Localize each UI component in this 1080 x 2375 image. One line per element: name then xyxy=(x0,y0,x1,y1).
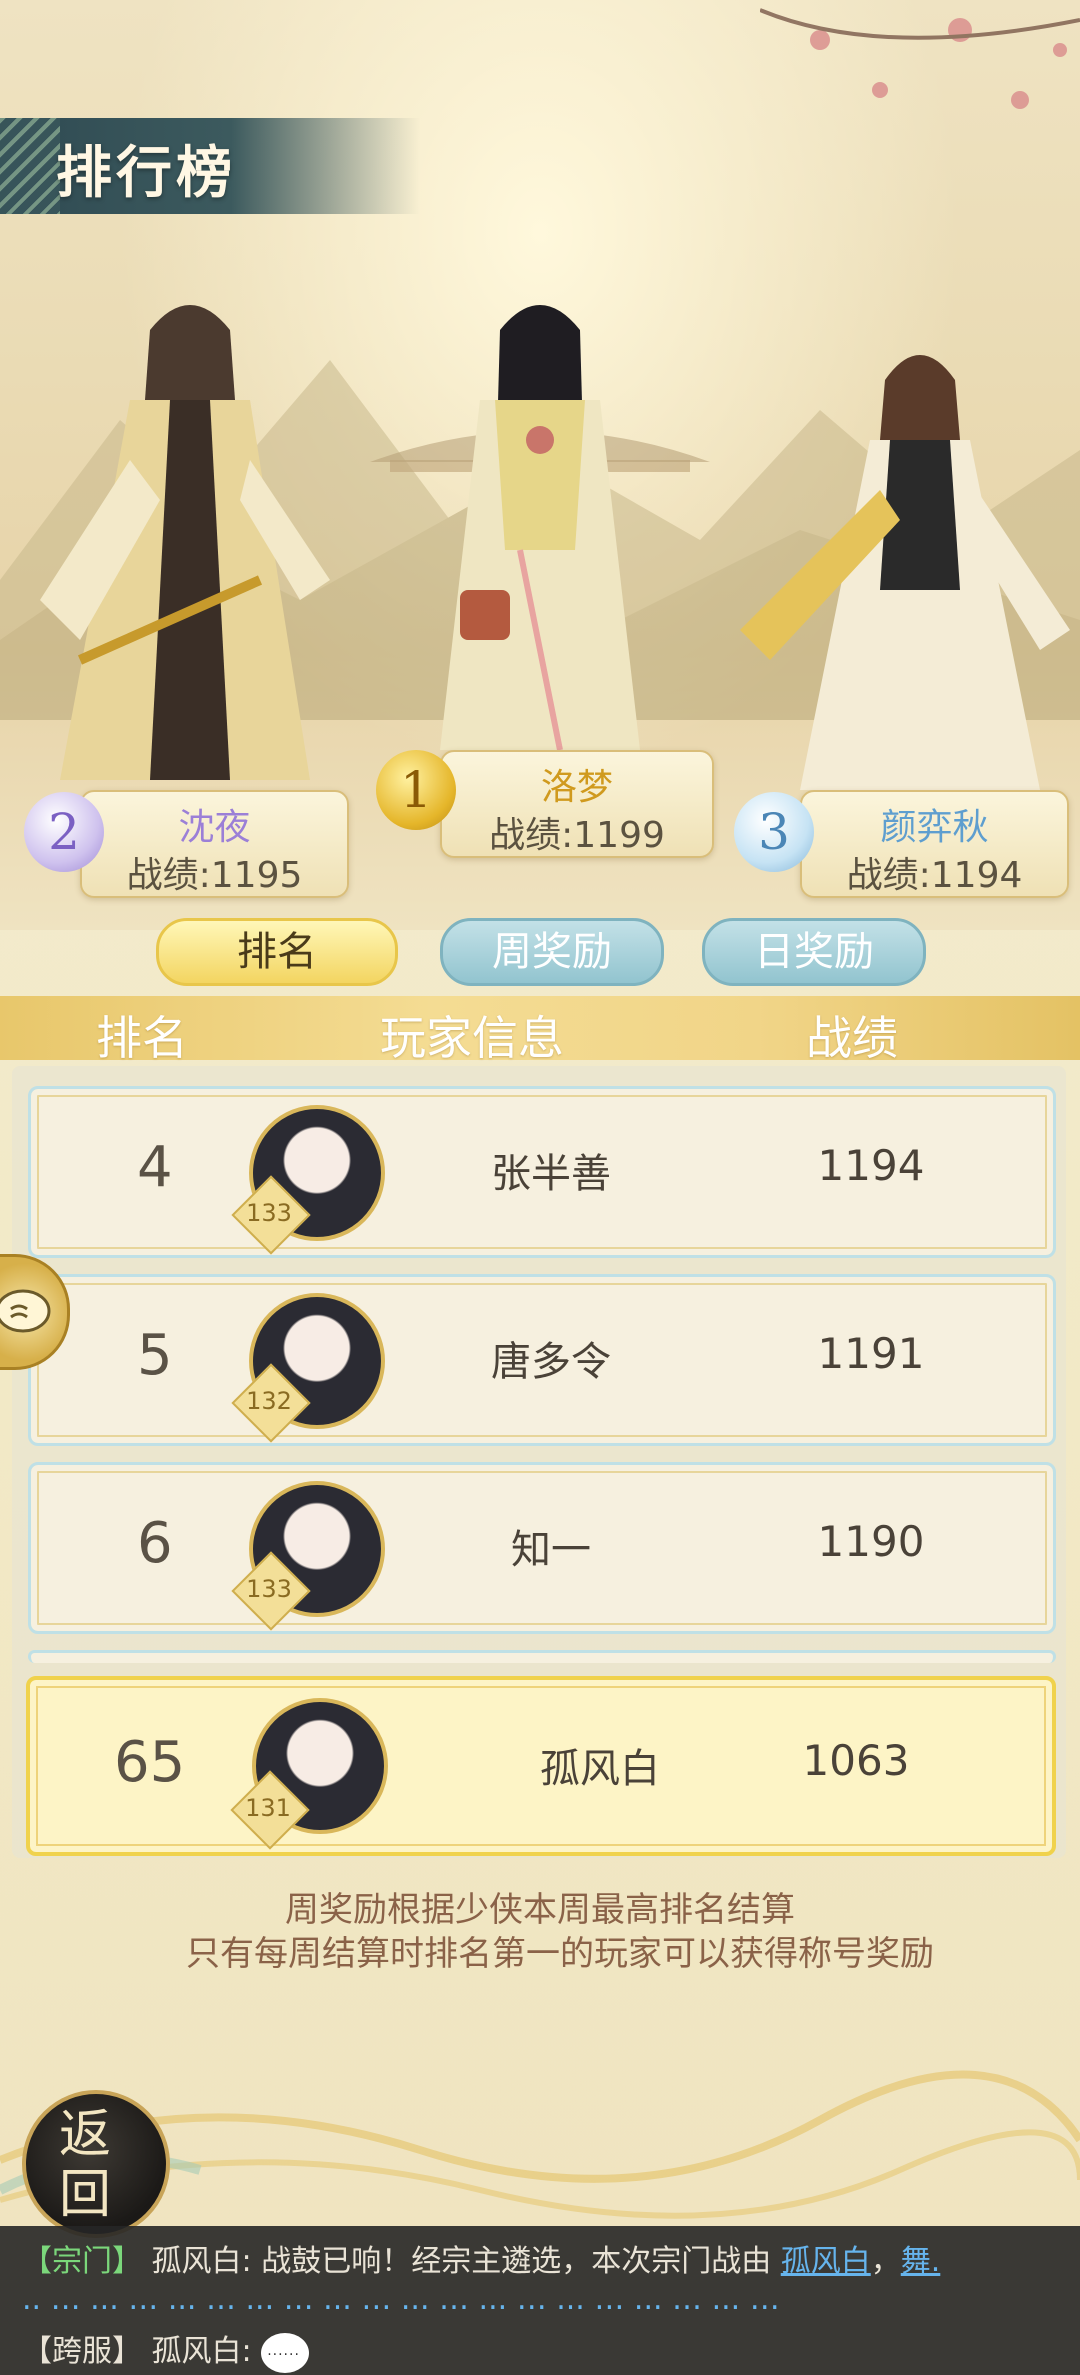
rank-medal-1: 1 xyxy=(376,750,456,830)
level-value: 131 xyxy=(245,1794,291,1822)
ranking-row[interactable]: 5 132 唐多令 1191 xyxy=(28,1274,1056,1446)
chat-bar[interactable]: 【宗门】 孤风白: 战鼓已响！经宗主遴选，本次宗门战由 孤风白，舞. .. … … xyxy=(0,2226,1080,2375)
podium-score: 战绩:1194 xyxy=(846,855,1023,896)
blossom-decoration xyxy=(760,8,1080,109)
chat-line-cross-server[interactable]: 【跨服】 孤风白: ...... xyxy=(22,2326,310,2373)
player-score: 1190 xyxy=(817,1517,925,1566)
chat-separator: ， xyxy=(870,2244,901,2279)
chat-channel-cross-server[interactable]: 【跨服】 xyxy=(22,2334,142,2369)
podium-name: 沈夜 xyxy=(178,807,251,848)
chat-message: 孤风白: xyxy=(151,2334,252,2369)
chat-truncated-text: .. … ... … ... … ... … ... … ... … ... …… xyxy=(22,2282,780,2317)
tab-daily-reward[interactable]: 日奖励 xyxy=(702,918,926,986)
level-value: 132 xyxy=(246,1387,292,1415)
podium-plaque-2[interactable]: 沈夜 战绩:1195 xyxy=(80,790,349,898)
level-value: 133 xyxy=(246,1199,292,1227)
chat-icon xyxy=(0,1289,51,1333)
row-rank: 6 xyxy=(137,1511,173,1576)
podium-figure-2[interactable] xyxy=(20,280,350,810)
tab-ranking[interactable]: 排名 xyxy=(156,918,398,986)
podium-figure-3[interactable] xyxy=(720,330,1080,800)
my-score: 1063 xyxy=(802,1736,910,1785)
reward-notice-line2: 只有每周结算时排名第一的玩家可以获得称号奖励 xyxy=(186,1934,934,1974)
page-title: 排行榜 xyxy=(56,140,236,206)
podium-name: 颜弈秋 xyxy=(880,807,989,848)
row-rank: 4 xyxy=(137,1135,173,1200)
my-ranking-row[interactable]: 65 131 孤风白 1063 xyxy=(26,1676,1056,1856)
player-name: 知一 xyxy=(511,1527,591,1573)
hero-podium-scene: 排行榜 洛梦 战绩:1199 1 沈夜 战绩:1195 2 颜弈秋 战绩:119… xyxy=(0,0,1080,930)
podium-score: 战绩:1199 xyxy=(489,815,665,856)
player-score: 1191 xyxy=(817,1329,925,1378)
podium-figure-1[interactable] xyxy=(400,290,680,760)
podium-plaque-3[interactable]: 颜弈秋 战绩:1194 xyxy=(800,790,1069,898)
ranking-row[interactable]: 4 133 张半善 1194 xyxy=(28,1086,1056,1258)
level-value: 133 xyxy=(246,1575,292,1603)
chat-player-link[interactable]: 孤风白 xyxy=(781,2244,871,2279)
chat-channel-sect[interactable]: 【宗门】 xyxy=(22,2244,142,2279)
chat-line-dots: .. … ... … ... … ... … ... … ... … ... …… xyxy=(22,2282,780,2317)
podium-score: 战绩:1195 xyxy=(126,855,303,896)
row-rank: 5 xyxy=(137,1323,173,1388)
rank-medal-3: 3 xyxy=(734,792,814,872)
column-header: 排名 玩家信息 战绩 xyxy=(0,996,1080,1065)
emoji-icon: ...... xyxy=(261,2332,310,2373)
player-name: 张半善 xyxy=(491,1151,611,1197)
back-button-label: 返回 xyxy=(58,2105,111,2225)
column-rank: 排名 xyxy=(96,1011,188,1065)
my-name: 孤风白 xyxy=(540,1746,660,1792)
title-ornament xyxy=(0,118,60,214)
podium-name: 洛梦 xyxy=(540,767,613,808)
rank-medal-2: 2 xyxy=(24,792,104,872)
chat-line-sect[interactable]: 【宗门】 孤风白: 战鼓已响！经宗主遴选，本次宗门战由 孤风白，舞. xyxy=(22,2236,940,2280)
tab-weekly-reward[interactable]: 周奖励 xyxy=(440,918,664,986)
ranking-row-partial xyxy=(28,1650,1056,1663)
ranking-row[interactable]: 6 133 知一 1190 xyxy=(28,1462,1056,1634)
my-rank: 65 xyxy=(114,1730,186,1795)
chat-message: 孤风白: 战鼓已响！经宗主遴选，本次宗门战由 xyxy=(151,2244,772,2279)
emoji-dots: ...... xyxy=(267,2342,300,2359)
column-player-info: 玩家信息 xyxy=(380,1011,564,1065)
chat-player-link[interactable]: 舞. xyxy=(901,2244,941,2279)
player-score: 1194 xyxy=(817,1141,925,1190)
reward-notice-line1: 周奖励根据少侠本周最高排名结算 xyxy=(285,1890,795,1930)
column-score: 战绩 xyxy=(806,1011,898,1065)
player-name: 唐多令 xyxy=(491,1339,611,1385)
podium-plaque-1[interactable]: 洛梦 战绩:1199 xyxy=(440,750,714,858)
